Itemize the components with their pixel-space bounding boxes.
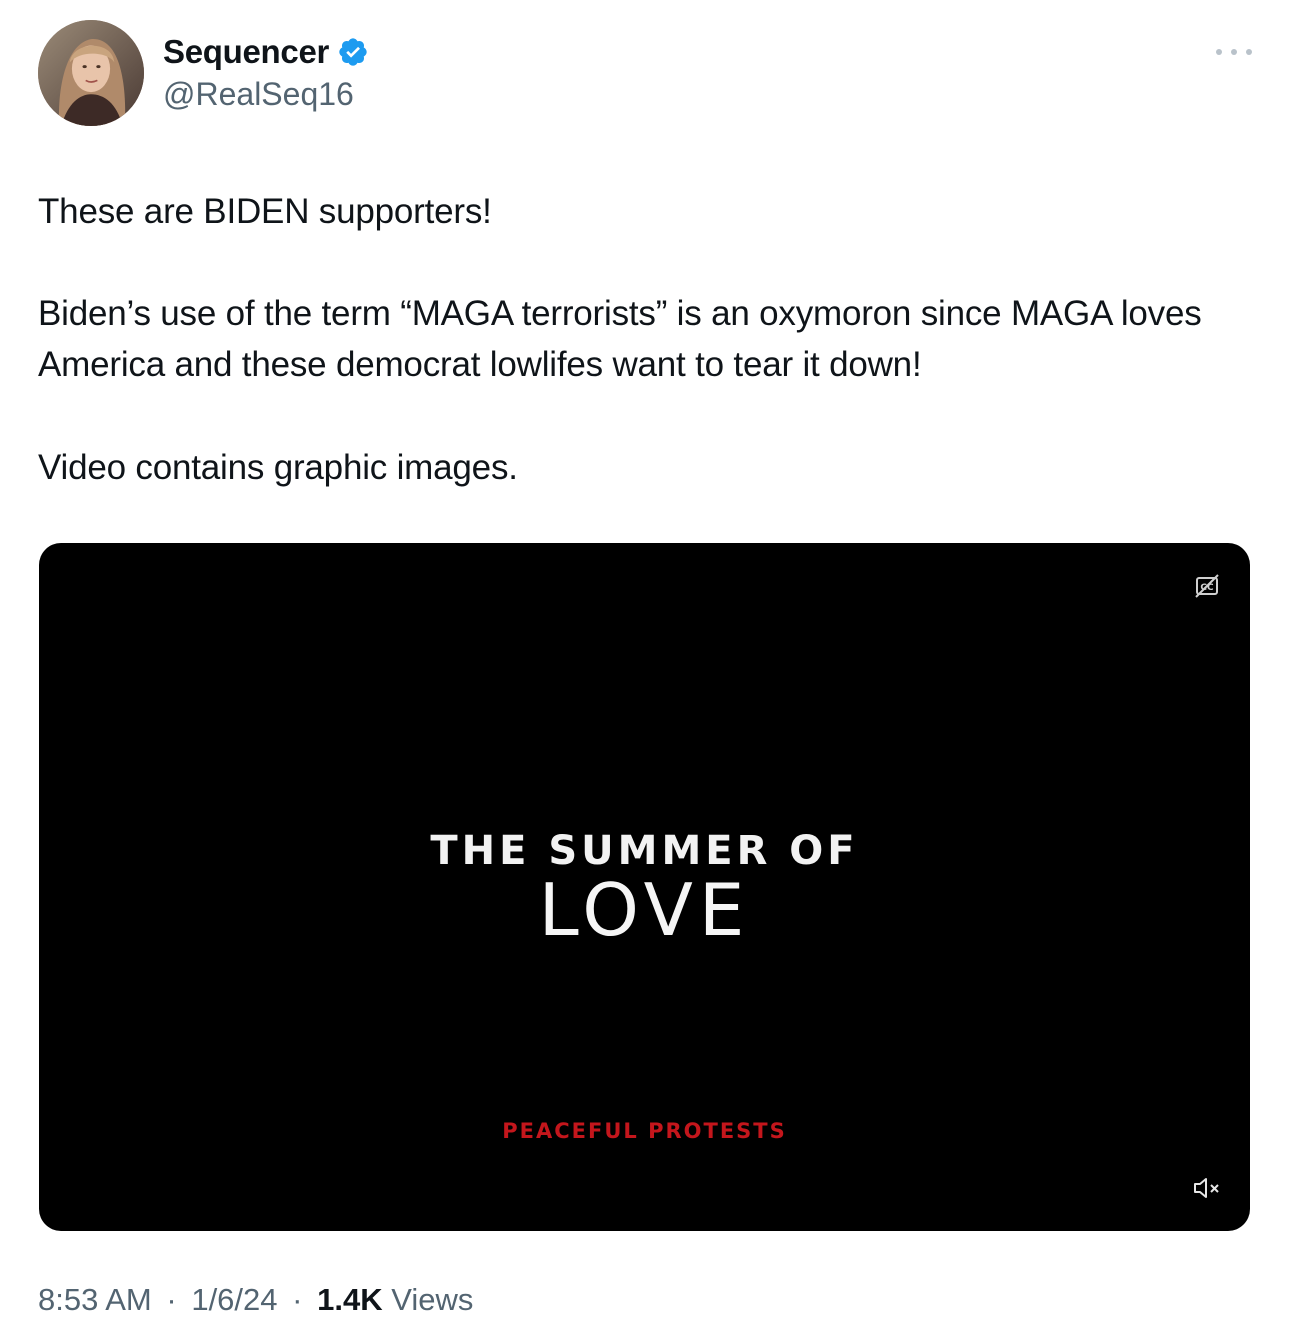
video-player[interactable]: CC THE SUMMER OF LOVE PEACEFUL PROTESTS (39, 543, 1250, 1231)
dot (1216, 49, 1222, 55)
video-title-line2: LOVE (538, 868, 751, 952)
separator: · (166, 1282, 177, 1317)
tweet-text-paragraph: Video contains graphic images. (38, 448, 518, 487)
verified-badge-icon[interactable] (337, 36, 369, 68)
tweet-meta: 8:53 AM · 1/6/24 · 1.4K Views (38, 1282, 473, 1318)
dot (1246, 49, 1252, 55)
avatar[interactable] (38, 20, 144, 126)
views-count[interactable]: 1.4K (317, 1282, 382, 1317)
tweet-text-paragraph: Biden’s use of the term “MAGA terrorists… (38, 294, 1202, 384)
author-name-row[interactable]: Sequencer (163, 32, 369, 72)
author-display-name[interactable]: Sequencer (163, 33, 329, 71)
more-options-icon[interactable] (1216, 40, 1252, 64)
profile-photo-icon (38, 20, 144, 126)
muted-speaker-icon[interactable] (1192, 1175, 1222, 1201)
tweet-time[interactable]: 8:53 AM (38, 1282, 152, 1317)
tweet: Sequencer @RealSeq16 These are BIDEN sup… (0, 0, 1294, 1342)
views-label[interactable]: Views (391, 1282, 473, 1317)
author-handle[interactable]: @RealSeq16 (163, 76, 354, 113)
video-caption: PEACEFUL PROTESTS (502, 1119, 787, 1143)
tweet-date[interactable]: 1/6/24 (191, 1282, 277, 1317)
tweet-text-paragraph: These are BIDEN supporters! (38, 192, 492, 231)
closed-captions-icon[interactable]: CC (1194, 573, 1220, 599)
separator: · (292, 1282, 303, 1317)
dot (1231, 49, 1237, 55)
